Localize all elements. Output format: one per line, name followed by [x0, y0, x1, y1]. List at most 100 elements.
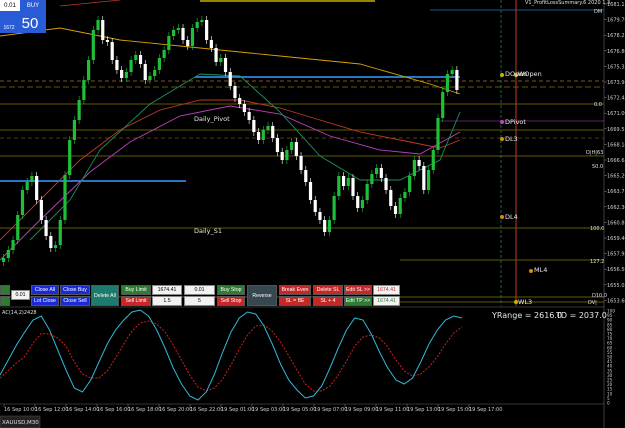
delete-sl-button[interactable]: Delete SL — [313, 285, 343, 295]
candle-body — [30, 176, 34, 182]
candle-body — [58, 220, 62, 245]
sell-limit-button[interactable]: Sell Limit — [121, 296, 151, 306]
candle-body — [441, 92, 445, 118]
candle-body — [290, 142, 294, 150]
time-axis: 16 Sep 10:0016 Sep 12:0016 Sep 14:0016 S… — [3, 404, 502, 413]
sell-stop-button[interactable]: Sell Stop — [217, 296, 245, 306]
panel-lot-input[interactable]: 0.01 — [11, 290, 30, 300]
price-tick-label: 1653.60 — [607, 298, 625, 304]
limit-price-input[interactable]: 1674.41 — [152, 285, 182, 295]
time-tick-label: 19 Sep 05:00 — [283, 407, 316, 413]
sl-be-button[interactable]: SL = BE — [279, 296, 311, 306]
td-text: TD = 2037.0 — [555, 311, 607, 320]
candle-body — [205, 20, 209, 40]
candle-body — [228, 72, 232, 86]
candle-body — [341, 176, 346, 186]
price-tick-label: 1656.50 — [607, 267, 625, 273]
time-tick-label: 19 Sep 13:00 — [407, 407, 440, 413]
candle-body — [426, 170, 431, 190]
candle-body — [72, 120, 77, 140]
buy-limit-button[interactable]: Buy Limit — [121, 285, 151, 295]
edit-sl-button[interactable]: Edit SL >> — [344, 285, 372, 295]
candle-body — [422, 166, 426, 190]
chart-canvas[interactable]: DOpenWOpenDPivotDL3DL4ML4WL3Daily_PivotD… — [0, 0, 625, 428]
dopen-dot — [500, 73, 504, 77]
candle-body — [398, 198, 402, 214]
buy-button[interactable]: BUY — [20, 0, 46, 11]
candle-body — [129, 60, 133, 72]
osc-tick-label: 0 — [607, 401, 610, 406]
edit-tp-button[interactable]: Edit TP >> — [344, 296, 372, 306]
panel-left-green[interactable] — [0, 285, 10, 295]
candle-body — [252, 120, 256, 132]
lot-c-input[interactable]: 1.5 — [152, 296, 182, 306]
candle-body — [44, 220, 48, 236]
sl-plus-button[interactable]: SL + 4 — [313, 296, 343, 306]
close-buy-button[interactable]: Close Buy — [60, 285, 90, 295]
edit-sl-input[interactable]: 1674.41 — [373, 285, 400, 295]
candle-body — [370, 174, 374, 184]
candle-body — [304, 170, 308, 182]
candle-body — [35, 176, 39, 200]
candle-body — [313, 200, 317, 212]
candle-body — [86, 60, 91, 80]
price-tick-label: 1675.35 — [607, 64, 625, 70]
lot-a-input[interactable]: 0.01 — [184, 285, 215, 295]
candle-body — [450, 70, 454, 74]
candle-body — [190, 28, 195, 46]
candle-body — [384, 178, 388, 190]
price-tick-label: 1657.95 — [607, 252, 625, 258]
level-127-label: 127.2 — [590, 259, 604, 265]
lot-size-input[interactable]: 0.01 — [0, 0, 20, 11]
candle-body — [299, 156, 303, 170]
candle-body — [389, 190, 393, 206]
time-tick-label: 16 Sep 12:00 — [35, 407, 68, 413]
lot-close-button[interactable]: Lot Close — [31, 296, 59, 306]
candle-body — [431, 150, 435, 170]
candle-body — [77, 100, 81, 120]
edit-tp-input[interactable]: 1674.41 — [373, 296, 400, 306]
one-click-trade-widget[interactable]: 0.01 BUY 1672 50 — [0, 0, 46, 33]
delete-all-button[interactable]: Delete All — [91, 285, 119, 306]
time-tick-label: 16 Sep 22:00 — [190, 407, 223, 413]
time-tick-label: 16 Sep 16:00 — [97, 407, 130, 413]
lot-d-input[interactable]: 5 — [184, 296, 215, 306]
candle-body — [167, 36, 171, 50]
candle-body — [412, 160, 416, 176]
wopen-label: WOpen — [518, 70, 542, 78]
top-status-text: V1_ProfitLossSummary.6 2020 1.3 — [525, 0, 610, 6]
oscillator-axis: 1009590858075706560555045403530252015105… — [607, 309, 615, 406]
candle-body — [195, 22, 199, 28]
candle-body — [417, 160, 421, 166]
buy-stop-button[interactable]: Buy Stop — [217, 285, 245, 295]
oscillator-pane — [0, 309, 463, 401]
reverse-button[interactable]: Reverse — [247, 285, 277, 306]
time-tick-label: 16 Sep 14:00 — [66, 407, 99, 413]
candle-body — [308, 182, 313, 200]
candle-body — [134, 55, 138, 60]
close-sell-button[interactable]: Close Sell — [60, 296, 90, 306]
time-tick-label: 19 Sep 15:00 — [438, 407, 471, 413]
level-d10-label: D10.0 — [592, 293, 607, 299]
close-all-button[interactable]: Close All — [31, 285, 59, 295]
candle-body — [138, 55, 143, 64]
level-100-label: 100.0 — [590, 226, 604, 232]
dl3-label: DL3 — [505, 135, 518, 143]
candle-body — [271, 126, 275, 138]
candle-body — [214, 48, 218, 62]
panel-left-green-2[interactable] — [0, 296, 10, 306]
candle-body — [327, 220, 331, 232]
candle-body — [181, 28, 185, 40]
buy-price-prefix: 1672 — [3, 25, 15, 31]
time-tick-label: 19 Sep 09:00 — [345, 407, 378, 413]
price-tick-label: 1665.20 — [607, 174, 625, 180]
candle-body — [219, 58, 223, 62]
symbol-tab[interactable]: XAUUSD,M30 — [2, 420, 39, 426]
price-tick-label: 1678.25 — [607, 33, 625, 39]
candle-body — [356, 196, 360, 208]
break-even-button[interactable]: Break Even — [279, 285, 311, 295]
time-tick-label: 16 Sep 10:00 — [4, 407, 37, 413]
dh-right-label: D|H|63 — [586, 150, 603, 156]
price-tick-label: 1655.05 — [607, 283, 625, 289]
candle-body — [294, 142, 298, 156]
